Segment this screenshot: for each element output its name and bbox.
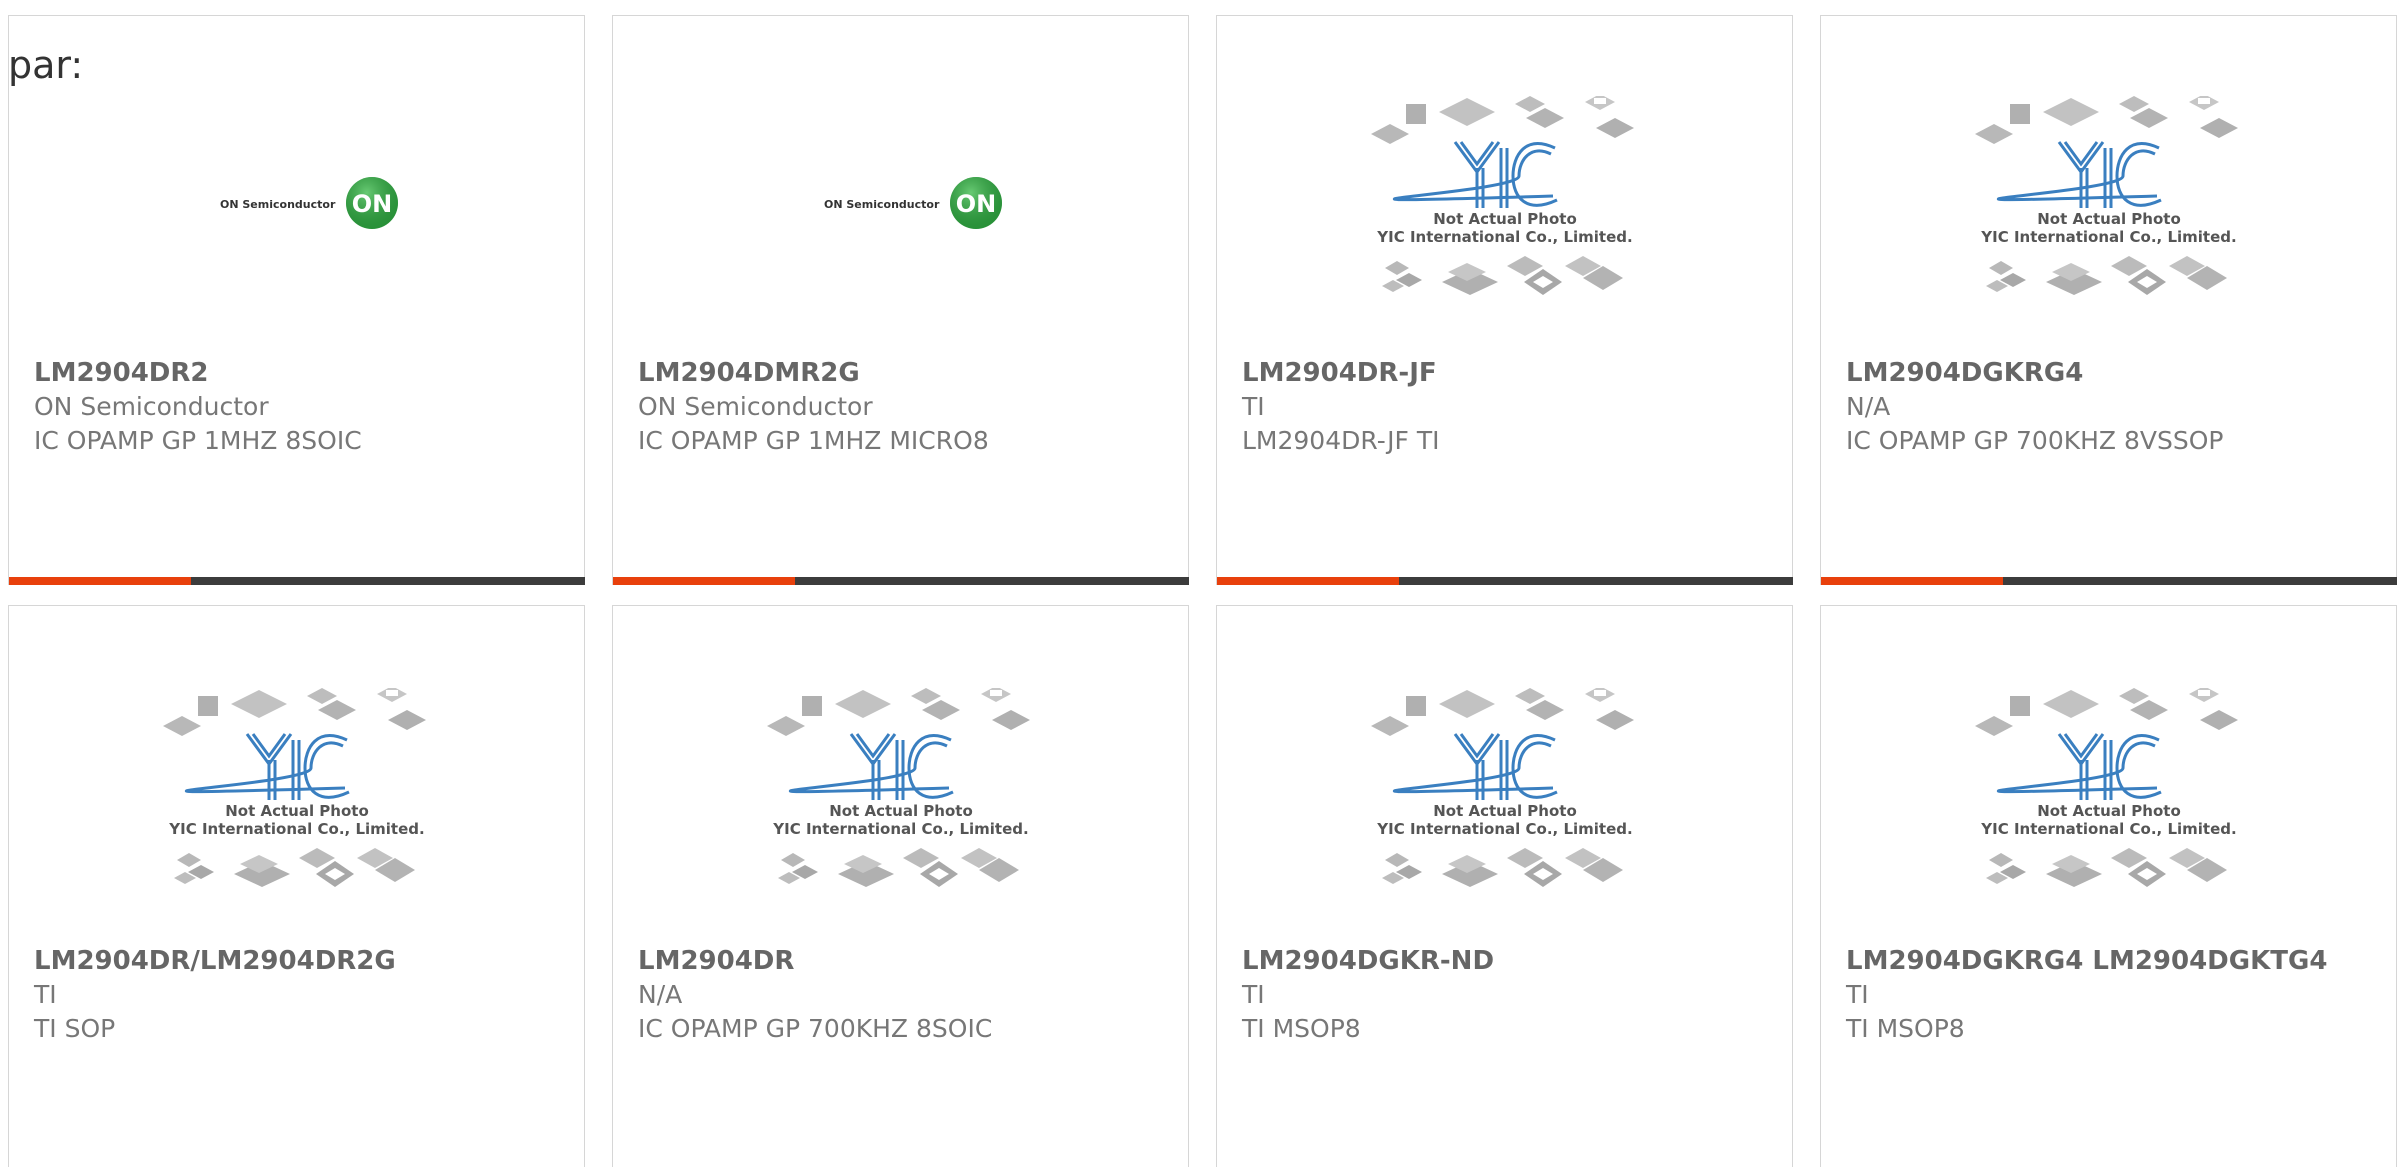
product-image: ON Semiconductor ON (9, 96, 584, 346)
placeholder-caption-1: Not Actual Photo (829, 802, 973, 820)
yic-placeholder-image: Not Actual PhotoYIC International Co., L… (1371, 96, 1634, 295)
placeholder-caption-1: Not Actual Photo (2037, 210, 2181, 228)
placeholder-caption-1: Not Actual Photo (2037, 802, 2181, 820)
chip-icons (1371, 688, 1634, 736)
yic-placeholder-image: Not Actual PhotoYIC International Co., L… (163, 688, 426, 887)
placeholder-caption-2: YIC International Co., Limited. (1376, 228, 1632, 246)
placeholder-caption-2: YIC International Co., Limited. (168, 820, 424, 838)
product-image: Not Actual Photo YIC International Co., L… (9, 688, 584, 938)
card-accent-bar (1217, 577, 1399, 585)
product-image: Not Actual Photo YIC International Co., L… (1217, 688, 1792, 938)
part-number[interactable]: LM2904DMR2G (638, 356, 1178, 390)
part-number[interactable]: LM2904DR/LM2904DR2G (34, 944, 574, 978)
product-image: Not Actual Photo YIC International Co., L… (1821, 688, 2396, 938)
product-image: Not Actual Photo YIC International Co., L… (613, 688, 1188, 938)
description: LM2904DR-JF TI (1242, 426, 1440, 455)
chip-icons (1382, 848, 1623, 887)
chip-icons (174, 848, 415, 887)
product-image: Not Actual Photo YIC International Co., L… (1217, 96, 1792, 346)
product-card[interactable]: Not Actual Photo YIC International Co., L… (1820, 15, 2397, 585)
yic-placeholder-image: Not Actual PhotoYIC International Co., L… (1975, 96, 2238, 295)
chip-icons (767, 688, 1030, 736)
part-number[interactable]: LM2904DGKR-ND (1242, 944, 1782, 978)
placeholder-caption-2: YIC International Co., Limited. (1980, 228, 2236, 246)
svg-text:ON Semiconductor: ON Semiconductor (220, 198, 336, 211)
description: TI SOP (34, 1014, 116, 1043)
yic-placeholder-image: Not Actual PhotoYIC International Co., L… (1975, 688, 2238, 887)
card-bottom-bar (9, 577, 585, 585)
description: TI MSOP8 (1242, 1014, 1361, 1043)
product-card[interactable]: ON Semiconductor ON LM2904DR2 ON Semicon… (8, 15, 585, 585)
manufacturer: TI (1846, 980, 1869, 1009)
product-card[interactable]: Not Actual Photo YIC International Co., L… (1216, 15, 1793, 585)
chip-icons (778, 848, 1019, 887)
svg-text:ON Semiconductor: ON Semiconductor (824, 198, 940, 211)
product-card[interactable]: Not Actual Photo YIC International Co., L… (8, 605, 585, 1167)
description: IC OPAMP GP 1MHZ MICRO8 (638, 426, 989, 455)
chip-icons (1371, 96, 1634, 144)
product-card[interactable]: Not Actual Photo YIC International Co., L… (1216, 605, 1793, 1167)
chip-icons (1986, 256, 2227, 295)
manufacturer: ON Semiconductor (638, 392, 873, 421)
description: IC OPAMP GP 1MHZ 8SOIC (34, 426, 362, 455)
on-semiconductor-logo: ON Semiconductor ON (824, 177, 1002, 229)
placeholder-caption-1: Not Actual Photo (1433, 802, 1577, 820)
manufacturer: N/A (1846, 392, 1891, 421)
on-semiconductor-logo: ON Semiconductor ON (220, 177, 398, 229)
svg-text:ON: ON (956, 190, 997, 218)
card-accent-bar (9, 577, 191, 585)
chip-icons (1975, 688, 2238, 736)
card-bottom-bar (1217, 577, 1793, 585)
chip-icons (163, 688, 426, 736)
yic-logo (1996, 733, 2162, 800)
card-accent-bar (613, 577, 795, 585)
manufacturer: TI (34, 980, 57, 1009)
description: IC OPAMP GP 700KHZ 8VSSOP (1846, 426, 2224, 455)
chip-icons (1975, 96, 2238, 144)
manufacturer: TI (1242, 980, 1265, 1009)
manufacturer: N/A (638, 980, 683, 1009)
yic-logo (788, 733, 954, 800)
yic-logo (184, 733, 350, 800)
part-number[interactable]: LM2904DR2 (34, 356, 574, 390)
part-number[interactable]: LM2904DR-JF (1242, 356, 1782, 390)
chip-icons (1382, 256, 1623, 295)
placeholder-caption-2: YIC International Co., Limited. (772, 820, 1028, 838)
placeholder-caption-1: Not Actual Photo (1433, 210, 1577, 228)
yic-logo (1996, 141, 2162, 208)
yic-placeholder-image: Not Actual PhotoYIC International Co., L… (1371, 688, 1634, 887)
part-number[interactable]: LM2904DR (638, 944, 1178, 978)
description: TI MSOP8 (1846, 1014, 1965, 1043)
card-bottom-bar (613, 577, 1189, 585)
product-card[interactable]: Not Actual Photo YIC International Co., L… (1820, 605, 2397, 1167)
manufacturer: ON Semiconductor (34, 392, 269, 421)
section-heading: par: (8, 43, 84, 87)
description: IC OPAMP GP 700KHZ 8SOIC (638, 1014, 993, 1043)
placeholder-caption-1: Not Actual Photo (225, 802, 369, 820)
part-number[interactable]: LM2904DGKRG4 (1846, 356, 2386, 390)
product-card[interactable]: ON Semiconductor ON LM2904DMR2G ON Semic… (612, 15, 1189, 585)
part-number[interactable]: LM2904DGKRG4 LM2904DGKTG4 (1846, 944, 2386, 978)
yic-logo (1392, 733, 1558, 800)
svg-text:ON: ON (352, 190, 393, 218)
product-card[interactable]: Not Actual Photo YIC International Co., L… (612, 605, 1189, 1167)
product-image: Not Actual Photo YIC International Co., L… (1821, 96, 2396, 346)
yic-placeholder-image: Not Actual PhotoYIC International Co., L… (767, 688, 1030, 887)
chip-icons (1986, 848, 2227, 887)
placeholder-caption-2: YIC International Co., Limited. (1980, 820, 2236, 838)
manufacturer: TI (1242, 392, 1265, 421)
card-bottom-bar (1821, 577, 2397, 585)
product-grid: ON Semiconductor ON LM2904DR2 ON Semicon… (8, 15, 2400, 1167)
product-image: ON Semiconductor ON (613, 96, 1188, 346)
card-accent-bar (1821, 577, 2003, 585)
yic-logo (1392, 141, 1558, 208)
placeholder-caption-2: YIC International Co., Limited. (1376, 820, 1632, 838)
